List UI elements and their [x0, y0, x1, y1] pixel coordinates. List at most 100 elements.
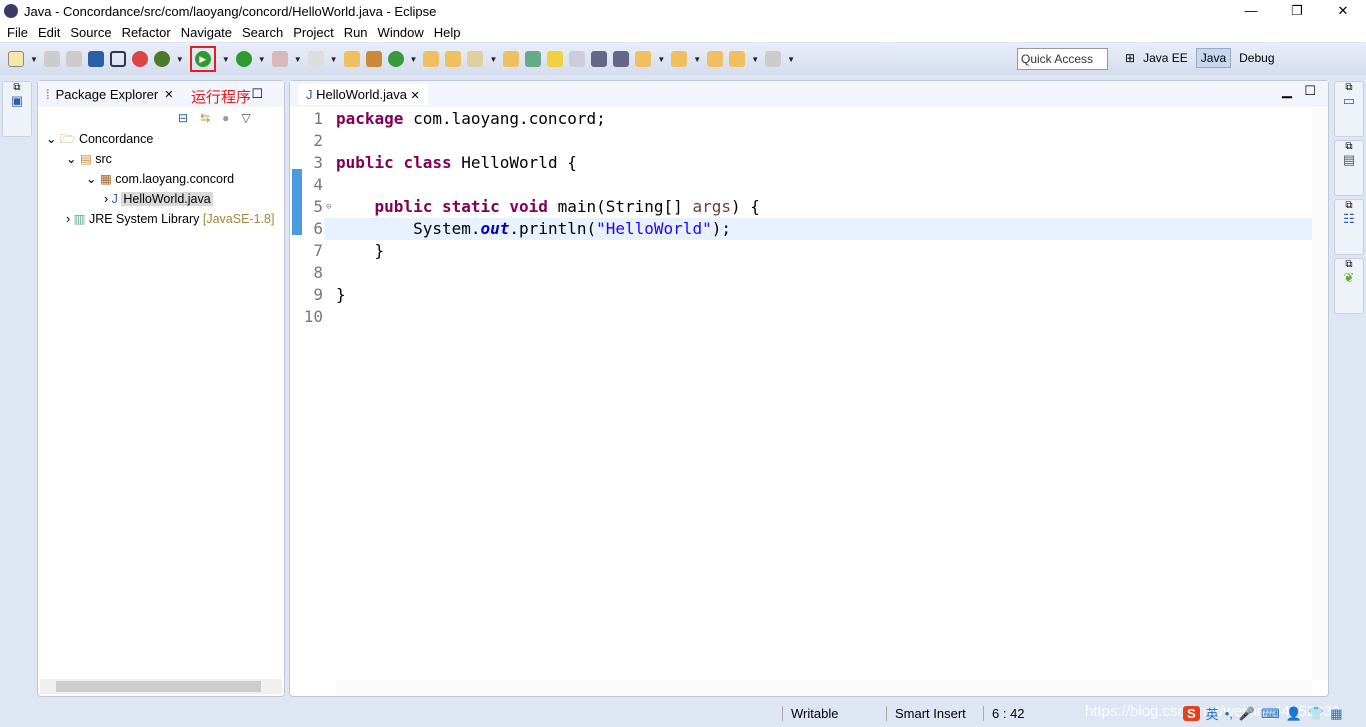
open-perspective-icon[interactable]: ⊞	[1125, 51, 1135, 65]
terminal-icon[interactable]	[87, 51, 104, 67]
dropdown-arrow-icon[interactable]: ▼	[693, 55, 701, 64]
back-icon[interactable]	[729, 51, 746, 67]
dropdown-arrow-icon[interactable]: ▼	[222, 55, 230, 64]
restore-icon[interactable]: ⧉	[1335, 141, 1363, 152]
menu-navigate[interactable]: Navigate	[176, 25, 237, 40]
external-tools-icon[interactable]	[307, 51, 324, 67]
dropdown-arrow-icon[interactable]: ▼	[176, 55, 184, 64]
dropdown-arrow-icon[interactable]: ▼	[330, 55, 338, 64]
minimize-view-icon[interactable]: ▁	[1282, 83, 1292, 99]
new-package-icon[interactable]	[365, 51, 382, 67]
menu-refactor[interactable]: Refactor	[117, 25, 176, 40]
view-menu-icon[interactable]: ▽	[241, 111, 250, 125]
open-folder-icon[interactable]	[503, 51, 520, 67]
dropdown-arrow-icon[interactable]: ▼	[657, 55, 665, 64]
dropdown-arrow-icon[interactable]: ▼	[787, 55, 795, 64]
quick-access-input[interactable]: Quick Access	[1017, 48, 1108, 70]
ime-language[interactable]: 英	[1206, 704, 1219, 723]
structure-icon[interactable]: ☷	[1335, 211, 1363, 227]
new-class-icon[interactable]	[387, 51, 404, 67]
perspective-debug[interactable]: Debug	[1239, 51, 1274, 65]
dropdown-arrow-icon[interactable]: ▼	[258, 55, 266, 64]
perspective-switcher: ⊞ Java EE Java Debug	[1125, 48, 1275, 68]
maximize-button[interactable]: ❐	[1274, 0, 1320, 22]
skip-breakpoints-icon[interactable]	[109, 51, 126, 67]
toggle-block-icon[interactable]	[569, 51, 586, 67]
debug-icon[interactable]	[153, 51, 170, 67]
show-whitespace-icon[interactable]	[613, 51, 630, 67]
word-wrap-icon[interactable]	[591, 51, 608, 67]
restore-icon[interactable]: ⧉	[1335, 259, 1363, 270]
user-icon[interactable]: 👤	[1286, 706, 1302, 722]
save-all-icon[interactable]	[65, 51, 82, 67]
collapse-all-icon[interactable]: ⊟	[178, 111, 188, 125]
previous-annotation-icon[interactable]	[671, 51, 688, 67]
tree-item-package[interactable]: ⌄ ▦ com.laoyang.concord	[38, 169, 274, 189]
restore-icon[interactable]: ⧉	[3, 82, 31, 93]
new-icon[interactable]	[8, 51, 24, 67]
vertical-scrollbar[interactable]	[1312, 108, 1328, 680]
menu-help[interactable]: Help	[429, 25, 466, 40]
tree-item-src[interactable]: ⌄ ▤ src	[38, 149, 274, 169]
microphone-icon[interactable]: 🎤	[1239, 706, 1255, 722]
run-icon: ▶	[194, 51, 211, 67]
horizontal-scrollbar[interactable]	[40, 679, 282, 694]
menu-window[interactable]: Window	[373, 25, 429, 40]
run-button[interactable]: ▶	[189, 46, 216, 72]
editor-tab-helloworld[interactable]: J HelloWorld.java ✕	[298, 83, 428, 105]
toolbox-icon[interactable]: ▦	[1330, 706, 1342, 722]
menu-source[interactable]: Source	[65, 25, 116, 40]
task-list-icon[interactable]: ▤	[1335, 152, 1363, 168]
horizontal-scrollbar[interactable]	[336, 680, 1312, 696]
toggle-breadcrumb-icon[interactable]	[525, 51, 542, 67]
close-button[interactable]: ✕	[1320, 0, 1366, 22]
focus-icon[interactable]: ●	[222, 111, 229, 125]
link-editor-icon[interactable]: ⇆	[200, 111, 210, 125]
perspective-java-ee[interactable]: Java EE	[1143, 51, 1188, 65]
forward-icon[interactable]	[765, 51, 782, 67]
update-icon[interactable]	[131, 51, 148, 67]
skin-icon[interactable]: 👕	[1308, 706, 1324, 722]
dropdown-arrow-icon[interactable]: ▼	[751, 55, 759, 64]
menu-edit[interactable]: Edit	[33, 25, 65, 40]
dropdown-arrow-icon[interactable]: ▼	[294, 55, 302, 64]
restore-icon[interactable]: ⧉	[1335, 82, 1363, 93]
tree-item-helloworld[interactable]: › J HelloWorld.java	[38, 189, 274, 209]
minimize-button[interactable]: —	[1228, 0, 1274, 22]
close-icon[interactable]: ✕	[164, 88, 173, 101]
new-java-project-icon[interactable]	[343, 51, 360, 67]
menu-project[interactable]: Project	[288, 25, 338, 40]
fold-icon[interactable]: ⊖	[326, 196, 331, 218]
tree-item-project[interactable]: ⌄ 🗁 Concordance	[38, 129, 274, 149]
dropdown-arrow-icon[interactable]: ▼	[489, 55, 497, 64]
stop-icon[interactable]	[271, 51, 288, 67]
maximize-view-icon[interactable]: ☐	[1304, 83, 1316, 99]
tree-item-jre[interactable]: › ▥ JRE System Library [JavaSE-1.8]	[38, 209, 274, 229]
mark-occurrences-icon[interactable]	[547, 51, 564, 67]
code-area[interactable]: 1 package com.laoyang.concord; 2 3 public …	[290, 108, 1312, 328]
leaf-icon[interactable]: ❦	[1335, 270, 1363, 286]
menu-search[interactable]: Search	[237, 25, 288, 40]
package-explorer-view: ⁞ Package Explorer ✕ ☐ ⊟ ⇆ ● ▽ ⌄ 🗁 Conco…	[37, 80, 285, 697]
perspective-java[interactable]: Java	[1195, 48, 1232, 68]
keyboard-icon[interactable]: ⌨	[1261, 706, 1280, 722]
dropdown-arrow-icon[interactable]: ▼	[410, 55, 418, 64]
close-icon[interactable]: ✕	[411, 90, 420, 102]
outline-icon[interactable]: ▭	[1335, 93, 1363, 109]
sogou-logo[interactable]: S	[1183, 706, 1200, 721]
menu-run[interactable]: Run	[339, 25, 373, 40]
last-edit-icon[interactable]	[707, 51, 724, 67]
dropdown-arrow-icon[interactable]: ▼	[30, 55, 38, 64]
maximize-view-icon[interactable]: ☐	[251, 86, 263, 102]
coverage-icon[interactable]	[235, 51, 252, 67]
ime-punctuation[interactable]: •,	[1225, 706, 1233, 721]
restore-icon[interactable]: ⧉	[1335, 200, 1363, 211]
open-type-icon[interactable]	[423, 51, 440, 67]
search-icon[interactable]	[467, 51, 484, 67]
save-icon[interactable]	[43, 51, 60, 67]
status-insert-mode: Smart Insert	[886, 706, 966, 721]
menu-file[interactable]: File	[2, 25, 33, 40]
next-annotation-icon[interactable]	[635, 51, 652, 67]
open-task-icon[interactable]	[445, 51, 462, 67]
console-icon[interactable]: ▣	[3, 93, 31, 109]
